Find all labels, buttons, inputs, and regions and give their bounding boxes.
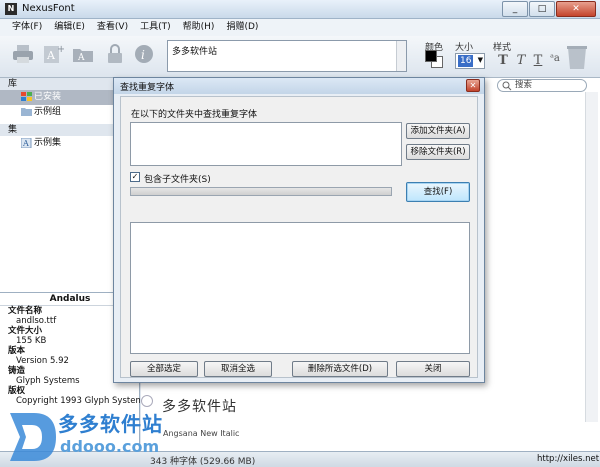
deselect-all-button[interactable]: 取消全选 — [204, 361, 272, 377]
print-icon[interactable] — [12, 43, 34, 65]
dialog-instruction: 在以下的文件夹中查找重复字体 — [131, 110, 258, 120]
font-select-radio[interactable] — [141, 395, 153, 407]
find-duplicates-dialog: 查找重复字体 ✕ 在以下的文件夹中查找重复字体 添加文件夹(A) 移除文件夹(R… — [113, 77, 485, 383]
menu-donate[interactable]: 捐赠(D) — [220, 19, 264, 36]
underline-button[interactable]: T — [531, 53, 545, 69]
search-input[interactable]: 搜索 — [497, 79, 587, 92]
watermark-text: 多多软件站 — [58, 412, 163, 436]
preview-text: 多多软件站 — [172, 47, 218, 57]
lock-icon[interactable] — [104, 43, 126, 65]
include-subfolders-checkbox[interactable]: ✓ — [130, 172, 140, 182]
close-button[interactable]: ✕ — [556, 1, 596, 17]
size-value: 16 — [458, 55, 474, 67]
font-list-scrollbar[interactable] — [585, 92, 598, 422]
search-icon — [502, 81, 512, 91]
italic-button[interactable]: T — [514, 53, 528, 69]
info-icon[interactable]: i — [133, 43, 155, 65]
window-title: NexusFont — [22, 3, 75, 14]
svg-text:+: + — [57, 44, 64, 55]
title-bar: N NexusFont _ □ ✕ — [0, 0, 600, 19]
window-controls: _ □ ✕ — [502, 1, 596, 17]
remove-folder-button[interactable]: 移除文件夹(R) — [406, 144, 470, 160]
watermark-url: ddooo.com — [60, 437, 160, 456]
include-subfolders-label: 包含子文件夹(S) — [144, 175, 211, 185]
windows-icon — [21, 92, 32, 101]
foreground-color-swatch[interactable] — [425, 50, 437, 62]
duplicate-results-list[interactable] — [130, 222, 470, 354]
svg-text:i: i — [141, 48, 145, 62]
folder-icon — [21, 108, 32, 116]
font-collection-icon: A — [21, 138, 32, 148]
svg-text:A: A — [22, 139, 29, 148]
font-folder-icon[interactable]: A — [72, 43, 94, 65]
app-icon: N — [5, 3, 17, 15]
style-label: 样式 — [493, 43, 512, 53]
dialog-title-bar: 查找重复字体 ✕ — [114, 78, 484, 94]
trash-icon[interactable] — [566, 44, 588, 70]
copyright-key: 版权 — [8, 386, 26, 396]
size-label: 大小 — [455, 43, 474, 53]
select-all-button[interactable]: 全部选定 — [130, 361, 198, 377]
menu-bar: 字体(F) 编辑(E) 查看(V) 工具(T) 帮助(H) 捐赠(D) — [0, 19, 600, 36]
menu-edit[interactable]: 编辑(E) — [48, 19, 91, 36]
size-select[interactable]: 16 ▼ — [455, 53, 485, 69]
svg-text:A: A — [46, 49, 56, 62]
case-button[interactable]: ᵃa — [548, 53, 562, 69]
delete-selected-button[interactable]: 删除所选文件(D) — [292, 361, 388, 377]
preview-text-input[interactable]: 多多软件站 — [167, 40, 407, 72]
preview-scrollbar[interactable] — [396, 41, 406, 71]
dialog-close-text-button[interactable]: 关闭 — [396, 361, 470, 377]
chevron-down-icon: ▼ — [477, 56, 483, 64]
menu-view[interactable]: 查看(V) — [91, 19, 134, 36]
minimize-button[interactable]: _ — [502, 1, 528, 17]
add-folder-button[interactable]: 添加文件夹(A) — [406, 123, 470, 139]
dialog-close-button[interactable]: ✕ — [466, 79, 480, 92]
find-button[interactable]: 查找(F) — [406, 182, 470, 202]
copyright-value: Copyright 1993 Glyph Systems, I — [16, 396, 140, 406]
menu-help[interactable]: 帮助(H) — [177, 19, 221, 36]
website-link[interactable]: http://xiles.net — [537, 454, 599, 464]
menu-font[interactable]: 字体(F) — [6, 19, 48, 36]
add-font-icon[interactable]: A + — [42, 43, 64, 65]
search-placeholder: 搜索 — [515, 80, 533, 90]
bold-button[interactable]: T — [496, 53, 510, 69]
dialog-title: 查找重复字体 — [120, 83, 175, 93]
folder-list[interactable] — [130, 122, 402, 166]
maximize-button[interactable]: □ — [529, 1, 555, 17]
menu-tools[interactable]: 工具(T) — [134, 19, 177, 36]
svg-text:A: A — [77, 53, 85, 63]
search-progress-bar — [130, 187, 392, 196]
